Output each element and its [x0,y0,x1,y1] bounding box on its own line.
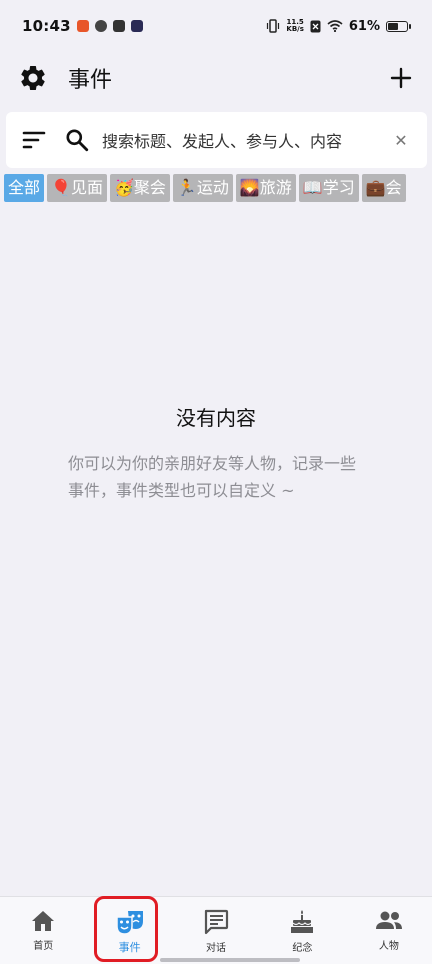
nav-label: 首页 [33,941,54,952]
category-chip-study[interactable]: 📖学习 [298,174,359,202]
status-right: 11.5 KB/s 61% [266,18,411,34]
category-chip-label: 运动 [196,178,229,197]
notification-app-icon [94,20,107,32]
search-input[interactable]: 搜索标题、发起人、参与人、内容 [102,128,389,152]
sort-icon[interactable] [22,130,46,150]
top-app-bar: 事件 [0,56,432,100]
nav-label: 事件 [118,941,141,954]
notification-play-icon [130,20,143,32]
nav-item-events[interactable]: 事件 [86,897,172,964]
party-face-icon: 🥳 [113,178,134,197]
page-title: 事件 [68,68,113,93]
empty-state-description: 你可以为你的亲朋好友等人物，记录一些事件，事件类型也可以自定义 ~ [68,454,357,500]
category-chip-label: 旅游 [259,178,292,197]
battery-icon [386,20,411,32]
balloon-icon: 🎈 [51,178,71,197]
close-icon[interactable]: ✕ [389,131,413,150]
nav-item-memorial[interactable]: 纪念 [259,897,345,964]
chat-icon [204,909,229,935]
search-bar: 搜索标题、发起人、参与人、内容 ✕ [6,112,427,168]
nav-item-people[interactable]: 人物 [346,897,432,964]
home-icon [32,911,55,931]
battery-level-fill [388,22,398,30]
sunrise-icon: 🌄 [239,178,260,197]
wifi-icon [327,20,343,32]
nav-label: 人物 [378,941,399,952]
nav-label: 对话 [206,943,227,954]
sim-off-icon [310,20,321,32]
search-icon [66,129,89,152]
runner-icon: 🏃 [176,178,197,197]
notification-mail-icon [112,20,125,32]
status-time: 10:43 [22,17,71,35]
category-chip-sport[interactable]: 🏃运动 [172,174,233,202]
bottom-navigation: 首页 事件 对话 纪念 人物 [0,896,432,964]
plus-icon [390,67,412,89]
gear-icon[interactable] [18,63,48,93]
category-chip-label: 学习 [322,178,355,197]
category-chip-label: 聚会 [133,178,166,197]
add-event-button[interactable] [386,63,416,93]
category-chip-party[interactable]: 🥳聚会 [109,174,170,202]
people-icon [375,911,402,929]
notification-app-icon [76,20,89,32]
masks-icon [115,911,143,935]
nav-item-chat[interactable]: 对话 [173,897,259,964]
home-indicator[interactable] [160,958,300,962]
cake-icon [291,910,314,933]
nav-item-home[interactable]: 首页 [0,897,86,964]
status-left: 10:43 [22,17,143,35]
category-chip-meet[interactable]: 🎈见面 [47,174,107,202]
nav-label: 纪念 [292,943,313,954]
battery-percent: 61% [348,18,380,34]
category-chip-meeting[interactable]: 💼会 [361,174,406,202]
category-chip-label: 见面 [70,178,103,197]
network-speed: 11.5 KB/s [286,19,303,33]
category-filter-bar: 全部 🎈见面 🥳聚会 🏃运动 🌄旅游 📖学习 💼会 [4,174,432,202]
empty-state-title: 没有内容 [176,406,256,430]
status-bar: 10:43 11.5 KB/s 61% [0,0,432,52]
category-chip-all[interactable]: 全部 [4,174,45,202]
category-chip-travel[interactable]: 🌄旅游 [235,174,296,202]
book-icon: 📖 [302,178,323,197]
network-speed-unit: KB/s [286,25,304,33]
category-chip-label: 全部 [8,178,41,197]
vibrate-icon [267,19,280,33]
category-chip-label: 会 [385,178,402,197]
briefcase-icon: 💼 [365,178,386,197]
